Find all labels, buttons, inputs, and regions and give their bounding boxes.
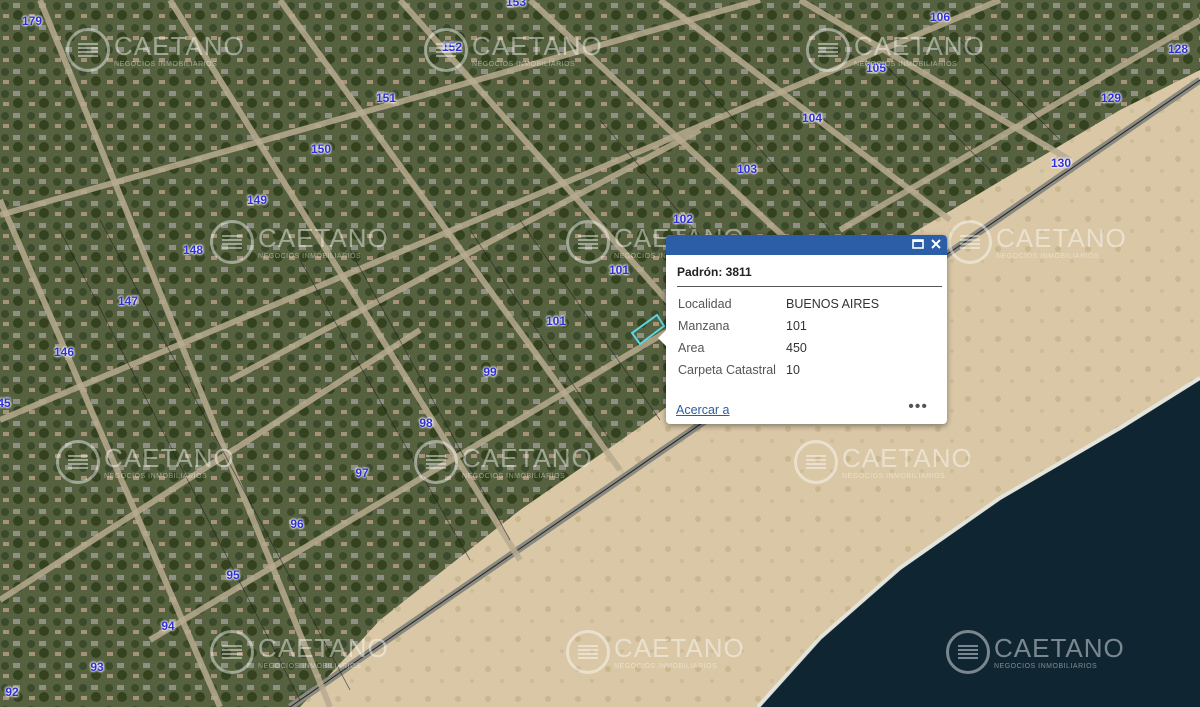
block-label: 130	[1050, 156, 1072, 170]
close-icon[interactable]	[930, 237, 942, 253]
block-label: 106	[929, 10, 951, 24]
block-label: 96	[290, 517, 304, 531]
block-label: 129	[1100, 91, 1122, 105]
attribute-value: 10	[786, 363, 800, 377]
block-label: 149	[246, 193, 268, 207]
attribute-row: Area 450	[675, 337, 882, 359]
popup-divider	[677, 286, 942, 287]
block-label: 45	[0, 396, 11, 410]
attribute-value: 450	[786, 341, 807, 355]
block-label: 103	[736, 162, 758, 176]
block-label: 101	[608, 263, 630, 277]
block-label: 105	[865, 61, 887, 75]
maximize-icon[interactable]	[912, 237, 924, 253]
block-label: 95	[226, 568, 240, 582]
zoom-to-link[interactable]: Acercar a	[676, 403, 730, 417]
ellipsis-icon[interactable]: •••	[908, 399, 928, 415]
block-label: 151	[375, 91, 397, 105]
block-label: 101	[545, 314, 567, 328]
attribute-value: 101	[786, 319, 807, 333]
block-label: 150	[310, 142, 332, 156]
block-label: 152	[441, 40, 463, 54]
attribute-key: Manzana	[678, 319, 730, 333]
attribute-key: Carpeta Catastral	[678, 363, 776, 377]
popup-title: Padrón: 3811	[677, 265, 752, 279]
block-label: 146	[53, 345, 75, 359]
block-label: 94	[161, 619, 175, 633]
block-label: 147	[117, 294, 139, 308]
block-label: 153	[505, 0, 527, 9]
attribute-value: BUENOS AIRES	[786, 297, 880, 311]
block-label: 93	[90, 660, 104, 674]
attribute-key: Area	[678, 341, 705, 355]
attribute-row: Localidad BUENOS AIRES	[675, 293, 882, 315]
attribute-row: Manzana 101	[675, 315, 882, 337]
attribute-key: Localidad	[678, 297, 732, 311]
popup-header	[666, 235, 947, 255]
attribute-row: Carpeta Catastral 10	[675, 359, 882, 381]
block-label: 179	[21, 14, 43, 28]
block-label: 148	[182, 243, 204, 257]
block-label: 104	[801, 111, 823, 125]
block-label: 92	[5, 685, 19, 699]
satellite-map[interactable]: 179 152 151 150 149 148 147 146 45 153 1…	[0, 0, 1200, 707]
map-imagery	[0, 0, 1200, 707]
parcel-info-popup: Padrón: 3811 Localidad BUENOS AIRES Manz…	[658, 235, 947, 424]
block-label: 99	[483, 365, 497, 379]
block-label: 102	[672, 212, 694, 226]
attribute-table: Localidad BUENOS AIRES Manzana 101 Area …	[675, 293, 882, 381]
block-label: 98	[419, 416, 433, 430]
block-label: 128	[1167, 42, 1189, 56]
block-label: 97	[355, 466, 369, 480]
popup-pointer	[658, 330, 666, 346]
